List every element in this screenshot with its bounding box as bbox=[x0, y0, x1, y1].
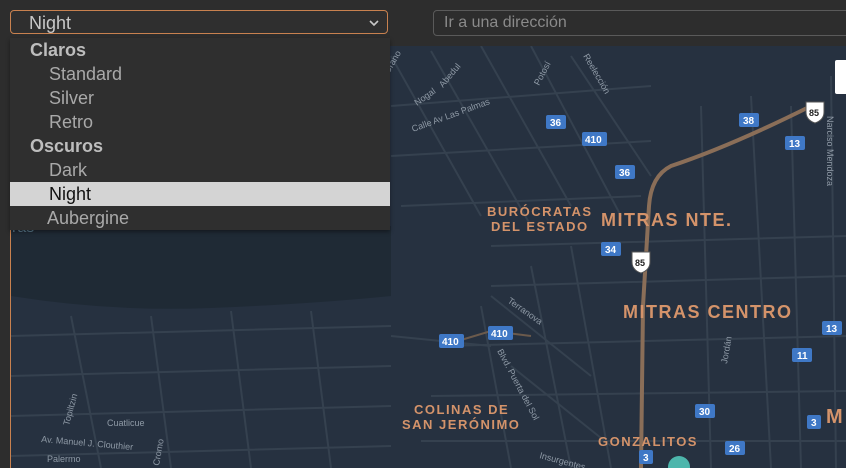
svg-text:3: 3 bbox=[643, 453, 649, 464]
area-label-colinas-2: SAN JERÓNIMO bbox=[402, 417, 520, 432]
route-shield: 410 bbox=[582, 132, 607, 146]
street-label-narciso: Narciso Mendoza bbox=[825, 116, 835, 186]
option-group-oscuros: Oscuros bbox=[30, 136, 104, 156]
route-shield: 410 bbox=[439, 334, 464, 348]
svg-text:85: 85 bbox=[809, 108, 819, 118]
svg-text:85: 85 bbox=[635, 258, 645, 268]
street-label-clouthier: Av. Manuel J. Clouthier bbox=[41, 434, 134, 452]
street-label-cuatlicue: Cuatlicue bbox=[107, 418, 145, 428]
area-label-gonzalitos: GONZALITOS bbox=[598, 434, 698, 449]
interstate-shield: 85 bbox=[631, 251, 651, 274]
route-shield: 3 bbox=[639, 450, 653, 464]
route-shield: 3 bbox=[807, 415, 821, 429]
svg-text:11: 11 bbox=[797, 351, 808, 362]
street-label-insurgentes: Insurgentes bbox=[538, 450, 586, 468]
highway-85 bbox=[639, 104, 812, 468]
route-shield: 34 bbox=[601, 242, 621, 256]
option-aubergine[interactable]: Aubergine bbox=[10, 206, 390, 230]
area-label-colinas-1: COLINAS DE bbox=[414, 402, 509, 417]
area-label-mitras-centro: MITRAS CENTRO bbox=[623, 302, 793, 322]
svg-text:410: 410 bbox=[585, 135, 602, 146]
svg-text:38: 38 bbox=[743, 116, 755, 127]
svg-text:13: 13 bbox=[826, 324, 838, 335]
area-label-mitras-nte: MITRAS NTE. bbox=[601, 210, 733, 230]
svg-text:13: 13 bbox=[789, 139, 801, 150]
svg-text:30: 30 bbox=[699, 407, 711, 418]
svg-text:36: 36 bbox=[550, 118, 562, 129]
option-group-claros: Claros bbox=[30, 40, 87, 60]
option-silver[interactable]: Silver bbox=[10, 86, 390, 110]
area-label-burocratas-1: BURÓCRATAS bbox=[487, 204, 593, 219]
route-shield: 26 bbox=[725, 441, 745, 455]
option-standard[interactable]: Standard bbox=[10, 62, 390, 86]
route-shield: 38 bbox=[739, 113, 759, 127]
map-style-select[interactable]: Night bbox=[10, 10, 388, 34]
interstate-shield: 85 bbox=[805, 101, 825, 124]
route-shield: 13 bbox=[785, 136, 805, 150]
route-shield: 30 bbox=[695, 404, 715, 418]
area-label-burocratas-2: DEL ESTADO bbox=[491, 219, 589, 234]
option-night[interactable]: Night bbox=[10, 182, 390, 206]
route-shield: 11 bbox=[792, 348, 812, 362]
map-control-button[interactable] bbox=[835, 60, 846, 94]
route-shield: 36 bbox=[615, 165, 635, 179]
map-style-select-value: Night bbox=[29, 13, 72, 33]
route-shield: 410 bbox=[488, 326, 513, 340]
svg-text:3: 3 bbox=[811, 418, 817, 429]
place-marker-icon[interactable] bbox=[668, 456, 690, 468]
map-style-dropdown[interactable]: Claros Standard Silver Retro Oscuros Dar… bbox=[10, 38, 390, 230]
route-shield: 36 bbox=[546, 115, 566, 129]
svg-text:410: 410 bbox=[491, 329, 508, 340]
route-shield: 13 bbox=[822, 321, 842, 335]
chevron-down-icon bbox=[369, 20, 379, 27]
street-label-topilitzin: Topiltzin bbox=[61, 393, 79, 427]
svg-text:36: 36 bbox=[619, 168, 631, 179]
street-label-reeleccion: Reelección bbox=[581, 52, 612, 96]
area-label-edge: M bbox=[826, 406, 844, 428]
option-dark[interactable]: Dark bbox=[10, 158, 390, 182]
svg-text:26: 26 bbox=[729, 444, 741, 455]
street-label-palermo: Palermo bbox=[47, 454, 81, 464]
svg-text:34: 34 bbox=[605, 245, 617, 256]
address-search-input[interactable] bbox=[433, 10, 846, 36]
park-area bbox=[11, 226, 391, 309]
option-retro[interactable]: Retro bbox=[10, 110, 390, 134]
svg-text:410: 410 bbox=[442, 337, 459, 348]
